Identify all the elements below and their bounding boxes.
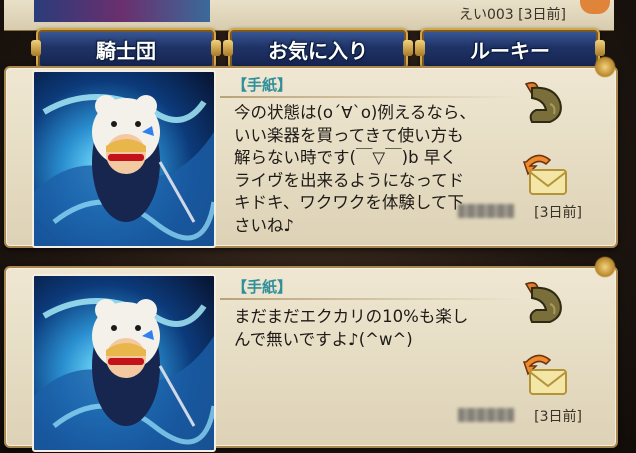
previous-message-meta: えい003 [3日前]	[458, 7, 566, 23]
tab-favorites[interactable]: お気に入り	[223, 28, 413, 70]
character-illustration	[34, 94, 214, 246]
tab-knights[interactable]: 騎士団	[31, 28, 221, 70]
header-divider	[220, 298, 520, 300]
reply-envelope-icon	[522, 154, 567, 195]
sender-name-redacted	[458, 204, 514, 218]
reply-arrow-icon[interactable]	[580, 0, 610, 14]
message-header: 【手紙】	[232, 278, 293, 296]
previous-message-card[interactable]: えい003 [3日前]	[4, 0, 614, 31]
message-date: [3日前]	[534, 205, 582, 221]
message-card: 【手紙】 今の状態は(o´∀`o)例えるなら、 いい楽器を買ってきて使い方も 解…	[4, 56, 618, 248]
reply-button[interactable]	[520, 148, 572, 200]
header-divider	[220, 96, 520, 98]
message-date: [3日前]	[534, 409, 582, 425]
reply-button[interactable]	[520, 348, 572, 400]
character-illustration	[34, 298, 214, 450]
message-body: まだまだエクカリの10%も楽し んで無いですよ♪(^w^)	[234, 307, 469, 349]
mailbox-screen: えい003 [3日前] 騎士団 お気に入り ルーキー 【手紙】 今の状態は(o´…	[0, 0, 636, 453]
flexed-arm-icon	[524, 281, 562, 323]
like-button[interactable]	[520, 278, 572, 330]
like-button[interactable]	[520, 78, 572, 130]
tab-rookie[interactable]: ルーキー	[415, 28, 605, 70]
gold-corner-ornament	[594, 256, 616, 278]
previous-avatar	[34, 0, 210, 22]
sender-avatar[interactable]	[32, 274, 216, 452]
gold-corner-ornament	[594, 56, 616, 78]
message-card: 【手紙】 まだまだエクカリの10%も楽し んで無いですよ♪(^w^) [3日前]	[4, 256, 618, 452]
reply-envelope-icon	[522, 354, 567, 395]
flexed-arm-icon	[524, 81, 562, 123]
sender-avatar[interactable]	[32, 70, 216, 248]
message-header: 【手紙】	[232, 76, 293, 94]
sender-name-redacted	[458, 408, 514, 422]
